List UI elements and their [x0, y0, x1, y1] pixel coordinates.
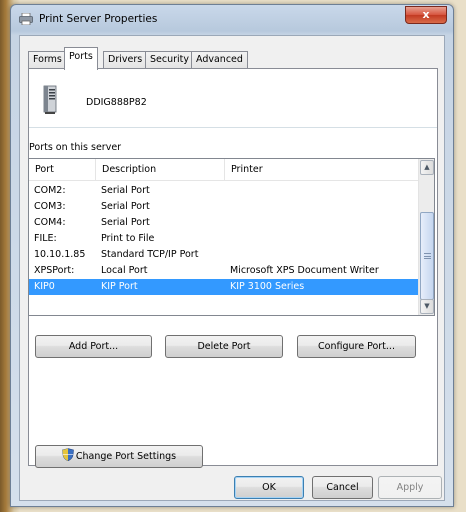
uac-shield-icon	[62, 448, 74, 461]
description-cell: Local Port	[101, 265, 148, 276]
description-cell: Serial Port	[101, 217, 150, 228]
printer-cell: KIP 3100 Series	[230, 281, 305, 292]
table-row[interactable]: 10.10.1.85 Standard TCP/IP Port	[29, 247, 418, 263]
separator	[29, 127, 437, 128]
cancel-button[interactable]: Cancel	[312, 476, 373, 499]
server-name: DDIG888P82	[86, 97, 147, 108]
port-cell: 10.10.1.85	[34, 249, 86, 260]
port-cell: COM3:	[34, 201, 66, 212]
ports-tab-panel: DDIG888P82 Ports on this server Port Des…	[28, 68, 438, 468]
table-row[interactable]: COM4: Serial Port	[29, 215, 418, 231]
table-row[interactable]: XPSPort: Local Port Microsoft XPS Docume…	[29, 263, 418, 279]
scroll-up-button[interactable]: ▲	[420, 160, 434, 175]
printer-cell: Microsoft XPS Document Writer	[230, 265, 379, 276]
ok-button[interactable]: OK	[234, 476, 304, 499]
description-cell: KIP Port	[101, 281, 138, 292]
tab-forms[interactable]: Forms	[28, 51, 67, 69]
table-row-selected[interactable]: KIP0 KIP Port KIP 3100 Series	[29, 279, 418, 295]
description-cell: Standard TCP/IP Port	[101, 249, 199, 260]
print-server-properties-dialog: Print Server Properties x Forms Ports Dr…	[10, 4, 454, 507]
description-cell: Serial Port	[101, 185, 150, 196]
column-header-port[interactable]: Port	[29, 159, 96, 181]
configure-port-button[interactable]: Configure Port...	[297, 335, 416, 358]
ports-section-label: Ports on this server	[29, 142, 122, 153]
apply-button[interactable]: Apply	[378, 476, 442, 499]
table-row[interactable]: FILE: Print to File	[29, 231, 418, 247]
description-cell: Print to File	[101, 233, 155, 244]
tab-drivers[interactable]: Drivers	[103, 51, 148, 69]
list-header: Port Description Printer	[29, 159, 418, 181]
dialog-client-area: Forms Ports Drivers Security Advanced DD…	[19, 35, 445, 501]
column-header-description[interactable]: Description	[96, 159, 225, 181]
chevron-up-icon: ▲	[424, 163, 430, 171]
scroll-down-button[interactable]: ▼	[420, 299, 434, 314]
port-cell: KIP0	[34, 281, 55, 292]
close-button[interactable]: x	[405, 6, 447, 24]
port-cell: XPSPort:	[34, 265, 75, 276]
table-row[interactable]: COM3: Serial Port	[29, 199, 418, 215]
tab-ports[interactable]: Ports	[64, 47, 98, 70]
description-cell: Serial Port	[101, 201, 150, 212]
title-bar[interactable]: Print Server Properties x	[11, 5, 453, 33]
close-icon: x	[422, 8, 430, 21]
vertical-scrollbar[interactable]: ▲ ▼	[418, 159, 434, 315]
chevron-down-icon: ▼	[424, 302, 430, 310]
printer-icon	[19, 13, 33, 25]
window-title: Print Server Properties	[39, 13, 158, 25]
grip-icon	[424, 253, 431, 259]
change-port-settings-label: Change Port Settings	[75, 451, 177, 462]
tab-security[interactable]: Security	[145, 51, 195, 69]
table-row[interactable]: COM2: Serial Port	[29, 183, 418, 199]
add-port-button[interactable]: Add Port...	[35, 335, 152, 358]
change-port-settings-button[interactable]: Change Port Settings	[35, 445, 203, 468]
port-cell: COM2:	[34, 185, 66, 196]
delete-port-button[interactable]: Delete Port	[165, 335, 283, 358]
server-icon	[43, 85, 57, 114]
port-cell: FILE:	[34, 233, 57, 244]
tab-advanced[interactable]: Advanced	[191, 51, 248, 69]
column-header-printer[interactable]: Printer	[225, 159, 421, 181]
ports-list[interactable]: Port Description Printer COM2: Serial Po…	[28, 158, 435, 316]
scroll-thumb[interactable]	[420, 212, 434, 300]
port-cell: COM4:	[34, 217, 66, 228]
